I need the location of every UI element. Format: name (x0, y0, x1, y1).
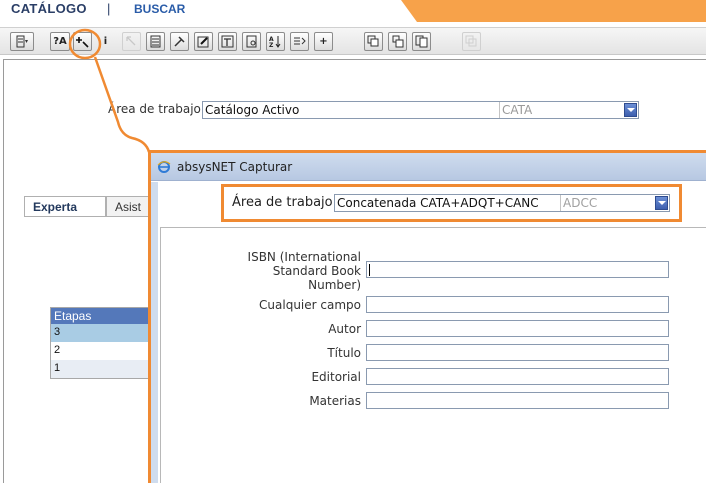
tools-icon (174, 36, 185, 47)
chevron-down-icon[interactable] (624, 103, 637, 117)
info-icon: i (103, 36, 108, 47)
move-button[interactable] (122, 32, 141, 51)
edit-button[interactable] (194, 32, 213, 51)
svg-text:Z: Z (269, 42, 274, 48)
view-menu-button[interactable] (10, 32, 34, 51)
plus-cursor-icon (76, 37, 89, 48)
chevron-down-icon[interactable] (655, 196, 668, 210)
app-header: CATÁLOGO | BUSCAR (0, 0, 706, 22)
isbn-input[interactable] (366, 261, 669, 278)
cualquier-campo-label: Cualquier campo (259, 298, 361, 312)
format-button[interactable] (218, 32, 237, 51)
dialog-area-label: Área de trabajo (232, 195, 333, 210)
dialog-area-value: Concatenada CATA+ADQT+CANC (337, 196, 539, 210)
help-icon: ?A (53, 36, 67, 47)
copy-button[interactable] (364, 32, 383, 51)
browser-icon (157, 161, 171, 173)
lines-icon (150, 35, 161, 48)
duplicate-button[interactable] (412, 32, 431, 51)
add-button[interactable]: + (314, 32, 333, 51)
plus-icon: + (319, 36, 328, 47)
copy-icon (367, 35, 379, 47)
tools-button[interactable] (170, 32, 189, 51)
text-caret (369, 264, 370, 276)
capture-new-button[interactable] (73, 32, 92, 51)
sort-az-icon: AZ (269, 36, 281, 48)
list-icon (16, 35, 28, 48)
menu-buscar[interactable]: BUSCAR (134, 2, 185, 16)
list-arrow-icon (294, 37, 306, 45)
menu-separator: | (107, 1, 111, 16)
table-row[interactable]: 1 (50, 360, 150, 378)
cualquier-campo-input[interactable] (366, 296, 669, 313)
help-button[interactable]: ?A (50, 32, 70, 51)
table-row[interactable]: 2 (50, 342, 150, 360)
materias-input[interactable] (366, 392, 669, 409)
area-trabajo-value: Catálogo Activo (205, 103, 300, 117)
menu-catalogo[interactable]: CATÁLOGO (11, 1, 87, 16)
preview-button[interactable] (242, 32, 261, 51)
header-decoration (401, 0, 706, 22)
titulo-input[interactable] (366, 344, 669, 361)
dialog-area-trabajo: Área de trabajo Concatenada CATA+ADQT+CA… (221, 184, 682, 222)
materias-label: Materias (309, 394, 361, 408)
etapas-table: Etapas 3 2 1 (50, 307, 150, 379)
editorial-input[interactable] (366, 368, 669, 385)
document-icon (246, 35, 257, 48)
record-button[interactable] (146, 32, 165, 51)
arrow-icon (126, 36, 136, 46)
dialog-title: absysNET Capturar (177, 160, 293, 174)
dialog-titlebar: absysNET Capturar (151, 153, 706, 181)
merge-icon (465, 35, 477, 47)
area-trabajo-select[interactable]: Catálogo Activo CATA (202, 101, 639, 119)
titulo-label: Título (327, 346, 361, 360)
etapas-header: Etapas (50, 307, 150, 324)
format-icon (221, 35, 234, 48)
toolbar: ?A i AZ + (0, 27, 706, 55)
area-trabajo-label: Área de trabajo (108, 102, 201, 116)
tab-experta[interactable]: Experta (24, 196, 106, 217)
merge-button[interactable] (462, 32, 481, 51)
edit-icon (197, 36, 209, 48)
tab-divider (24, 216, 149, 217)
paste-icon (392, 35, 404, 48)
autor-input[interactable] (366, 320, 669, 337)
area-trabajo-code: CATA (499, 102, 624, 118)
table-row[interactable]: 3 (50, 324, 150, 342)
duplicate-icon (415, 35, 428, 48)
info-button[interactable]: i (96, 32, 115, 51)
dialog-area-select[interactable]: Concatenada CATA+ADQT+CANC ADCC (334, 194, 670, 212)
paste-button[interactable] (388, 32, 407, 51)
list-add-button[interactable] (290, 32, 309, 51)
sort-button[interactable]: AZ (266, 32, 285, 51)
isbn-label: ISBN (International Standard Book Number… (247, 250, 361, 292)
autor-label: Autor (328, 322, 361, 336)
editorial-label: Editorial (311, 370, 361, 384)
